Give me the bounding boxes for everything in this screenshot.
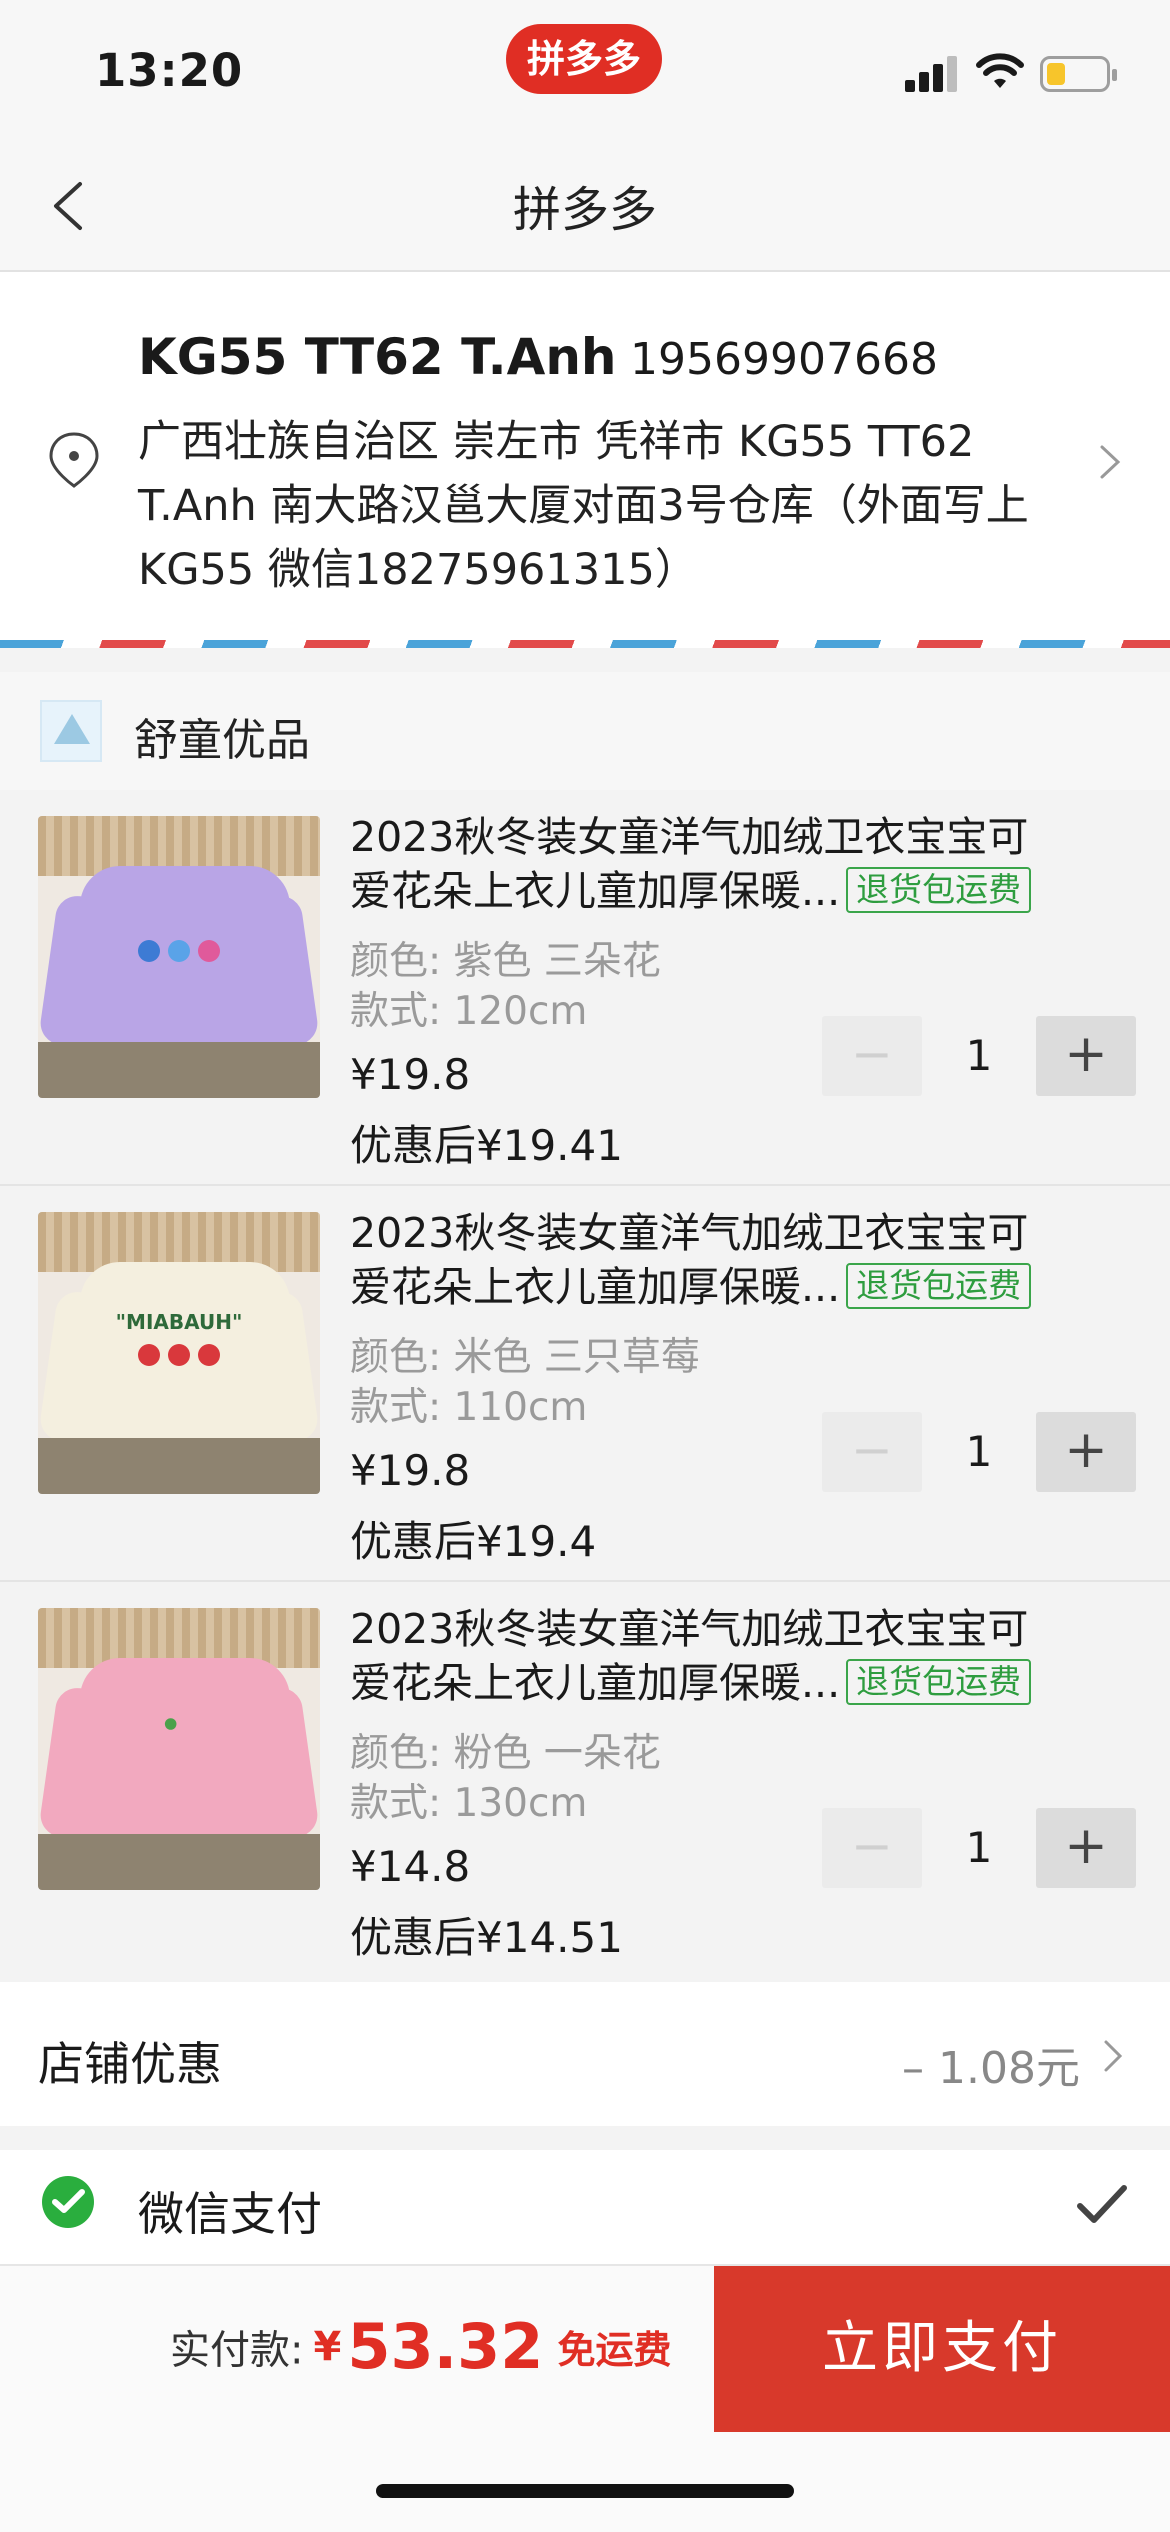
product-price: ¥19.8 <box>350 1050 471 1099</box>
currency-symbol: ¥ <box>313 2323 342 2370</box>
quantity-value[interactable]: 1 <box>922 1412 1036 1492</box>
product-color: 颜色: 紫色 三朵花 <box>350 939 661 984</box>
product-title-line2: 爱花朵上衣儿童加厚保暖... <box>350 867 841 915</box>
product-price: ¥19.8 <box>350 1446 471 1495</box>
page-title: 拼多多 <box>512 182 657 238</box>
wechat-pay-icon <box>42 2176 94 2228</box>
shop-logo-icon <box>40 700 102 762</box>
recipient-name: KG55 TT62 T.Anh <box>138 328 617 386</box>
checkmark-icon <box>1077 2185 1127 2223</box>
status-time: 13:20 <box>95 44 244 97</box>
return-shipping-tag: 退货包运费 <box>846 1659 1032 1705</box>
product-title-line2: 爱花朵上衣儿童加厚保暖... <box>350 1659 841 1707</box>
order-item: 2023秋冬装女童洋气加绒卫衣宝宝可 爱花朵上衣儿童加厚保暖... 退货包运费 颜… <box>0 790 1170 1186</box>
product-thumbnail[interactable] <box>38 1608 320 1890</box>
section-divider <box>0 648 1170 672</box>
status-bar: 13:20 拼多多 <box>0 0 1170 140</box>
product-price: ¥14.8 <box>350 1842 471 1891</box>
product-print-text: "MIABAUH" <box>115 1310 243 1334</box>
quantity-value[interactable]: 1 <box>922 1808 1036 1888</box>
order-items: 2023秋冬装女童洋气加绒卫衣宝宝可 爱花朵上衣儿童加厚保暖... 退货包运费 颜… <box>0 790 1170 1982</box>
decrease-quantity-button[interactable]: − <box>822 1808 922 1888</box>
increase-quantity-button[interactable]: + <box>1036 1808 1136 1888</box>
return-shipping-tag: 退货包运费 <box>846 1263 1032 1309</box>
payment-method-wechat[interactable]: 微信支付 <box>0 2150 1170 2264</box>
product-color: 颜色: 粉色 一朵花 <box>350 1731 661 1776</box>
increase-quantity-button[interactable]: + <box>1036 1016 1136 1096</box>
product-price-after-discount: 优惠后¥19.4 <box>350 1517 597 1566</box>
product-color: 颜色: 米色 三只草莓 <box>350 1335 700 1380</box>
nav-bar: 拼多多 <box>0 140 1170 272</box>
product-thumbnail[interactable] <box>38 816 320 1098</box>
product-thumbnail[interactable]: "MIABAUH" <box>38 1212 320 1494</box>
section-divider <box>0 2126 1170 2150</box>
product-title[interactable]: 2023秋冬装女童洋气加绒卫衣宝宝可 爱花朵上衣儿童加厚保暖... 退货包运费 <box>350 1602 1120 1710</box>
product-title[interactable]: 2023秋冬装女童洋气加绒卫衣宝宝可 爱花朵上衣儿童加厚保暖... 退货包运费 <box>350 1206 1120 1314</box>
order-item: "MIABAUH" 2023秋冬装女童洋气加绒卫衣宝宝可 爱花朵上衣儿童加厚保暖… <box>0 1186 1170 1582</box>
recipient-phone: 19569907668 <box>630 334 938 385</box>
quantity-stepper: − 1 + <box>822 1412 1136 1492</box>
shop-discount-value: – 1.08元 <box>902 2043 1080 2094</box>
product-price-after-discount: 优惠后¥19.41 <box>350 1121 623 1170</box>
chevron-right-icon <box>1104 2040 1123 2072</box>
home-indicator[interactable] <box>376 2484 794 2498</box>
shop-discount-row[interactable]: 店铺优惠 – 1.08元 <box>0 1982 1170 2126</box>
quantity-stepper: − 1 + <box>822 1016 1136 1096</box>
decrease-quantity-button[interactable]: − <box>822 1412 922 1492</box>
pay-now-button[interactable]: 立即支付 <box>714 2266 1170 2432</box>
wifi-icon <box>976 53 1024 88</box>
decrease-quantity-button[interactable]: − <box>822 1016 922 1096</box>
cellular-signal-icon <box>905 56 959 92</box>
battery-icon <box>1040 56 1117 92</box>
app-badge: 拼多多 <box>506 24 662 94</box>
order-item: 2023秋冬装女童洋气加绒卫衣宝宝可 爱花朵上衣儿童加厚保暖... 退货包运费 颜… <box>0 1582 1170 1978</box>
shipping-address[interactable]: KG55 TT62 T.Anh 19569907668 广西壮族自治区 崇左市 … <box>0 272 1170 642</box>
product-title-line2: 爱花朵上衣儿童加厚保暖... <box>350 1263 841 1311</box>
total-payment: 实付款: ¥53.32 免运费 <box>170 2310 710 2420</box>
location-pin-icon <box>49 432 99 488</box>
free-shipping-label: 免运费 <box>557 2328 672 2372</box>
product-price-after-discount: 优惠后¥14.51 <box>350 1913 623 1962</box>
increase-quantity-button[interactable]: + <box>1036 1412 1136 1492</box>
total-label: 实付款: <box>170 2327 304 2374</box>
product-title-line1: 2023秋冬装女童洋气加绒卫衣宝宝可 <box>350 1605 1029 1653</box>
quantity-value[interactable]: 1 <box>922 1016 1036 1096</box>
shop-name: 舒童优品 <box>134 715 310 766</box>
airmail-border <box>0 640 1170 648</box>
chevron-right-icon <box>1100 445 1121 479</box>
quantity-stepper: − 1 + <box>822 1808 1136 1888</box>
shop-discount-label: 店铺优惠 <box>38 2037 222 2091</box>
shop-header[interactable]: 舒童优品 <box>0 672 1170 790</box>
total-amount: 53.32 <box>347 2310 544 2383</box>
return-shipping-tag: 退货包运费 <box>846 867 1032 913</box>
product-title[interactable]: 2023秋冬装女童洋气加绒卫衣宝宝可 爱花朵上衣儿童加厚保暖... 退货包运费 <box>350 810 1120 918</box>
product-title-line1: 2023秋冬装女童洋气加绒卫衣宝宝可 <box>350 1209 1029 1257</box>
address-detail: 广西壮族自治区 崇左市 凭祥市 KG55 TT62 T.Anh 南大路汉邕大厦对… <box>138 417 1029 595</box>
product-title-line1: 2023秋冬装女童洋气加绒卫衣宝宝可 <box>350 813 1029 861</box>
payment-method-label: 微信支付 <box>138 2187 322 2241</box>
